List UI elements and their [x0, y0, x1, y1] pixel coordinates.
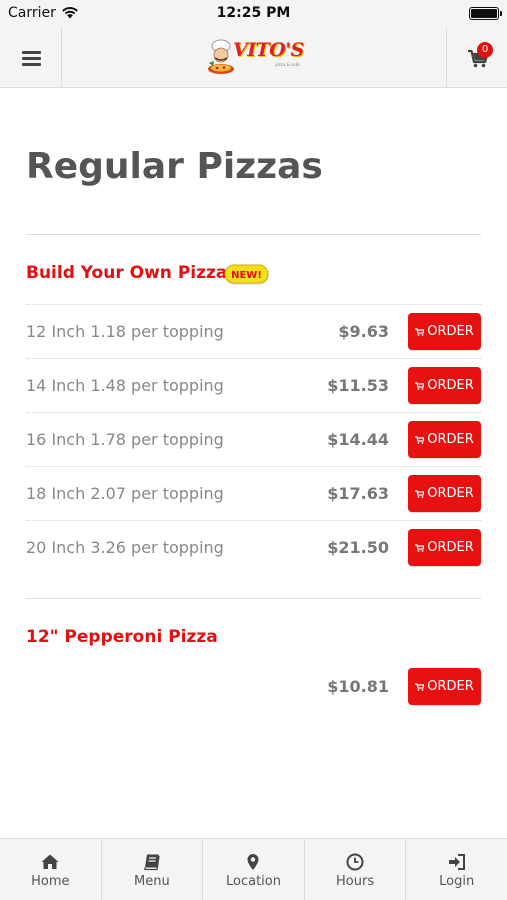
new-badge: NEW! — [224, 264, 269, 285]
size-label: 12 Inch 1.18 per topping — [26, 322, 224, 341]
order-button[interactable]: ORDER — [408, 475, 481, 512]
item-title-build-your-own: Build Your Own Pizza — [26, 263, 228, 283]
price-row-16-inch: 16 Inch 1.78 per topping $14.44 ORDER — [26, 412, 481, 466]
size-label: 18 Inch 2.07 per topping — [26, 484, 224, 503]
price-row-pepperoni: $10.81 ORDER — [26, 660, 481, 714]
size-label: 20 Inch 3.26 per topping — [26, 538, 224, 557]
app-header: VITO'S pizza & subs 0 — [0, 27, 507, 88]
new-badge-label: NEW! — [231, 270, 262, 281]
tab-label: Location — [225, 874, 281, 889]
order-button[interactable]: ORDER — [408, 313, 481, 350]
tab-label: Login — [439, 874, 475, 889]
cart-count-badge: 0 — [477, 42, 493, 58]
status-time: 12:25 PM — [216, 5, 291, 21]
price-row-18-inch: 18 Inch 2.07 per topping $17.63 ORDER — [26, 466, 481, 520]
cart-icon — [415, 683, 425, 691]
bottom-tab-bar: Home Menu Location Hours Login — [0, 838, 507, 900]
logo-wordmark: VITO'S — [233, 39, 304, 61]
logo-subtext: pizza & subs — [275, 62, 301, 67]
tab-label: Menu — [134, 874, 170, 889]
tab-hours[interactable]: Hours — [305, 839, 407, 900]
status-bar: Carrier 12:25 PM — [0, 0, 507, 27]
tab-home[interactable]: Home — [0, 839, 102, 900]
cart-icon — [415, 490, 425, 498]
hamburger-icon — [22, 51, 41, 66]
order-button-label: ORDER — [427, 324, 474, 339]
order-button[interactable]: ORDER — [408, 668, 481, 705]
cart-icon — [415, 436, 425, 444]
tab-location[interactable]: Location — [203, 839, 305, 900]
order-button-label: ORDER — [427, 486, 474, 501]
price: $11.53 — [327, 376, 389, 395]
order-button-label: ORDER — [427, 378, 474, 393]
cart-icon — [415, 382, 425, 390]
divider — [26, 598, 481, 599]
cart-icon — [415, 544, 425, 552]
home-icon — [41, 854, 59, 869]
tab-menu[interactable]: Menu — [102, 839, 204, 900]
price-row-20-inch: 20 Inch 3.26 per topping $21.50 ORDER — [26, 520, 481, 574]
battery-icon — [469, 7, 502, 20]
price-row-12-inch: 12 Inch 1.18 per topping $9.63 ORDER — [26, 304, 481, 358]
order-button[interactable]: ORDER — [408, 529, 481, 566]
price: $17.63 — [327, 484, 389, 503]
order-button[interactable]: ORDER — [408, 421, 481, 458]
vitos-logo[interactable]: VITO'S pizza & subs — [205, 37, 305, 77]
page-title: Regular Pizzas — [26, 146, 323, 187]
cart-icon — [415, 328, 425, 336]
cart-button[interactable]: 0 — [446, 27, 507, 87]
tab-label: Home — [31, 874, 70, 889]
price-row-14-inch: 14 Inch 1.48 per topping $11.53 ORDER — [26, 358, 481, 412]
divider — [26, 234, 481, 235]
order-button-label: ORDER — [427, 540, 474, 555]
price: $21.50 — [327, 538, 389, 557]
order-button-label: ORDER — [427, 432, 474, 447]
item-title-pepperoni: 12" Pepperoni Pizza — [26, 627, 218, 647]
order-button[interactable]: ORDER — [408, 367, 481, 404]
price: $9.63 — [338, 322, 389, 341]
tab-login[interactable]: Login — [406, 839, 507, 900]
map-pin-icon — [247, 854, 259, 870]
price: $14.44 — [327, 430, 389, 449]
order-button-label: ORDER — [427, 679, 474, 694]
menu-button[interactable] — [0, 27, 62, 87]
book-icon — [144, 854, 160, 871]
clock-icon — [346, 853, 364, 871]
size-label: 14 Inch 1.48 per topping — [26, 376, 224, 395]
tab-label: Hours — [336, 874, 375, 889]
size-label: 16 Inch 1.78 per topping — [26, 430, 224, 449]
sign-in-icon — [448, 854, 465, 870]
price: $10.81 — [327, 677, 389, 696]
